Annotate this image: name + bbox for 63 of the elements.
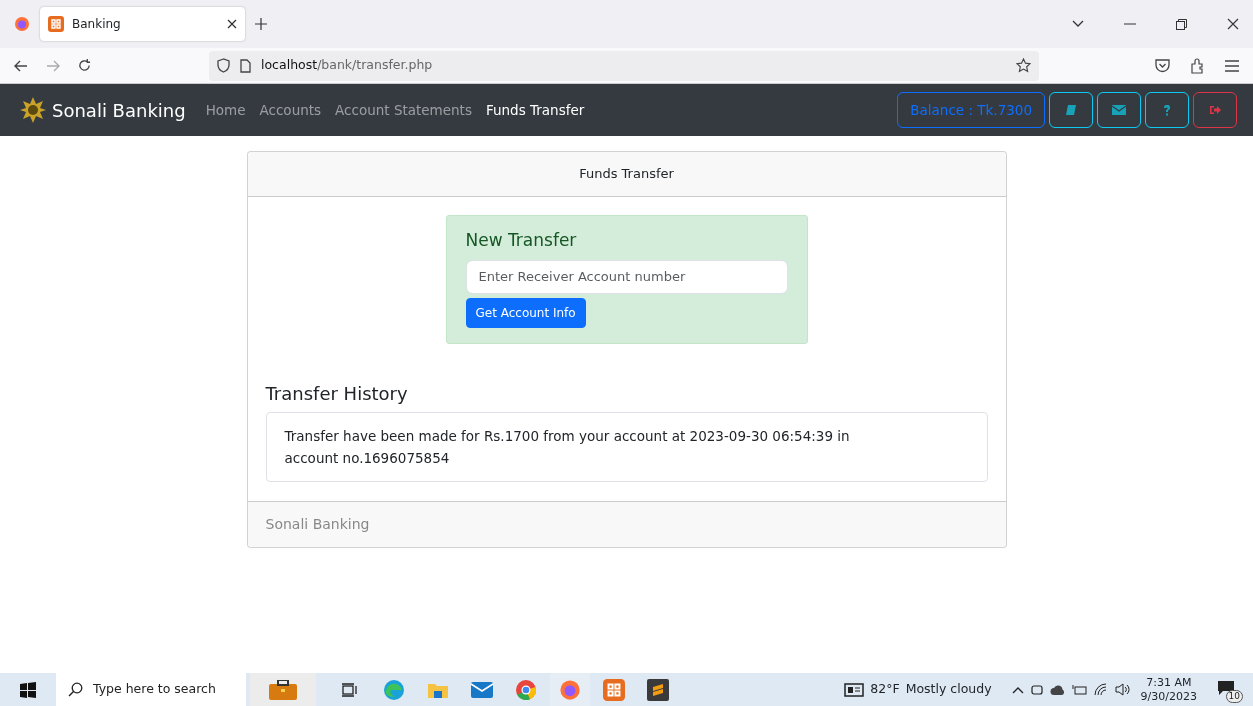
panel-title: New Transfer (465, 229, 578, 252)
pocket-icon[interactable] (1155, 58, 1170, 73)
taskbar-search-field[interactable]: Type here to search (56, 673, 246, 706)
speaker-icon[interactable] (1114, 683, 1131, 696)
close-icon[interactable] (227, 19, 237, 29)
url-text: localhost/bank/transfer.php (261, 56, 434, 75)
menu-icon[interactable] (1225, 59, 1239, 72)
tab-title: Banking (72, 16, 122, 33)
start-icon[interactable] (20, 681, 36, 698)
folder-icon[interactable] (428, 681, 448, 698)
shield-icon[interactable] (217, 58, 230, 73)
nav-link[interactable]: Funds Transfer (485, 99, 585, 121)
sun-logo-icon[interactable] (20, 97, 46, 123)
footer-text: Sonali Banking (265, 515, 370, 532)
editor-app-icon[interactable] (647, 678, 669, 701)
news-icon[interactable] (844, 682, 865, 697)
star-icon[interactable] (1016, 58, 1031, 73)
browser-logo-icon[interactable] (14, 16, 30, 32)
clock-time[interactable]: 7:31 AM (1146, 675, 1192, 690)
chrome-icon[interactable] (515, 678, 537, 701)
get-account-info-button[interactable]: Get Account Info (465, 297, 586, 328)
chevron-down-icon[interactable] (1072, 20, 1084, 28)
nav-link[interactable]: Account Statements (335, 99, 472, 121)
browser-tab[interactable]: Banking (40, 7, 245, 41)
logout-icon (1209, 105, 1221, 115)
clock-date[interactable]: 9/30/2023 (1140, 689, 1197, 704)
chevron-up-icon[interactable] (1011, 685, 1024, 694)
camera-icon[interactable] (1029, 682, 1044, 697)
close-icon[interactable] (1227, 18, 1239, 30)
extensions-icon[interactable] (1190, 57, 1205, 74)
reload-icon[interactable] (78, 59, 91, 72)
battery-icon[interactable] (1071, 684, 1088, 695)
mail-icon (1112, 105, 1126, 115)
cloud-icon[interactable] (1049, 683, 1066, 696)
temperature-text: 82°F (870, 680, 900, 699)
weather-text: Mostly cloudy (905, 680, 992, 699)
new-tab-icon[interactable] (255, 18, 267, 30)
brand-name[interactable]: Sonali Banking (52, 96, 186, 124)
book-icon (1065, 104, 1077, 116)
book-button[interactable] (1049, 92, 1093, 128)
card-title: Funds Transfer (579, 166, 674, 181)
server-app-icon[interactable] (603, 678, 625, 701)
wifi-icon[interactable] (1093, 683, 1109, 696)
back-icon[interactable] (14, 59, 28, 72)
address-bar[interactable]: localhost/bank/transfer.php (209, 50, 1039, 81)
nav-link[interactable]: Accounts (259, 99, 322, 121)
account-number-input[interactable]: Enter Receiver Account number (465, 259, 788, 294)
help-icon (1163, 104, 1171, 116)
search-icon (68, 682, 83, 697)
browser-logo-icon[interactable] (559, 678, 581, 701)
mail-icon[interactable] (471, 681, 493, 698)
restore-icon[interactable] (1176, 18, 1187, 30)
history-entry: Transfer have been made for Rs.1700 from your account at 2023-09-30 06:54:39 in account no.1696075854 (265, 411, 988, 482)
help-button[interactable] (1145, 92, 1189, 128)
section-title: Transfer History (265, 381, 409, 406)
page-icon (240, 58, 251, 73)
briefcase-icon[interactable] (269, 679, 297, 700)
nav-link[interactable]: Home (205, 99, 246, 121)
notification-count: 10 (1225, 689, 1243, 703)
tab-favicon-icon (48, 16, 64, 32)
logout-button[interactable] (1193, 92, 1237, 128)
mail-button[interactable] (1097, 92, 1141, 128)
task-view-icon[interactable] (342, 682, 358, 697)
